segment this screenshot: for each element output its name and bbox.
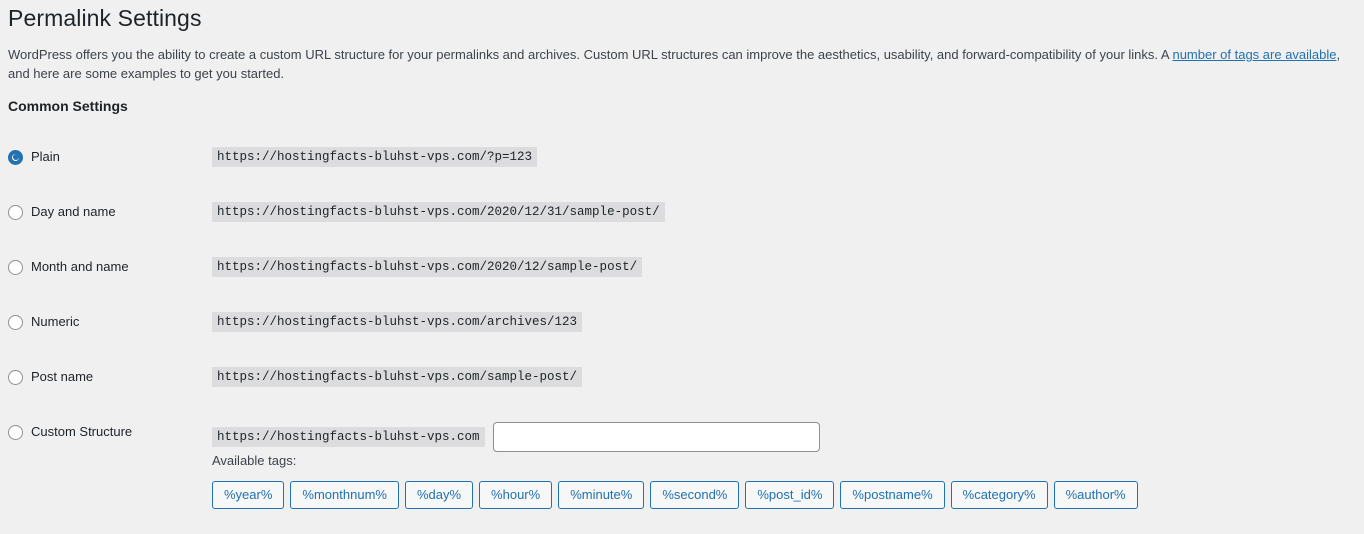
radio-label-plain: Plain xyxy=(31,149,60,164)
custom-structure-base-url: https://hostingfacts-bluhst-vps.com xyxy=(212,427,485,447)
radio-indicator-post-name[interactable] xyxy=(8,369,23,385)
permalink-settings-page: Permalink Settings WordPress offers you … xyxy=(0,0,1364,534)
table-row: Month and name https://hostingfacts-bluh… xyxy=(0,248,1364,303)
example-url-plain-cell: https://hostingfacts-bluhst-vps.com/?p=1… xyxy=(212,147,538,167)
page-title: Permalink Settings xyxy=(8,5,202,31)
tag-button-year[interactable]: %year% xyxy=(212,481,285,509)
example-url-post-name-cell: https://hostingfacts-bluhst-vps.com/samp… xyxy=(212,367,583,387)
tag-button-second[interactable]: %second% xyxy=(650,481,740,509)
example-url-numeric-cell: https://hostingfacts-bluhst-vps.com/arch… xyxy=(212,312,583,332)
radio-option-plain[interactable]: Plain xyxy=(8,149,60,165)
available-tags-list: %year% %monthnum% %day% %hour% %minute% … xyxy=(212,481,1138,509)
radio-indicator-plain[interactable] xyxy=(8,149,23,165)
tag-button-post-id[interactable]: %post_id% xyxy=(745,481,835,509)
radio-indicator-month-and-name[interactable] xyxy=(8,259,23,275)
custom-structure-cell: https://hostingfacts-bluhst-vps.com xyxy=(212,422,820,452)
available-tags-block: Available tags: %year% %monthnum% %day% … xyxy=(212,452,1138,509)
intro-paragraph: WordPress offers you the ability to crea… xyxy=(8,46,1356,83)
common-settings-heading: Common Settings xyxy=(8,98,128,114)
tag-button-minute[interactable]: %minute% xyxy=(558,481,645,509)
permalink-options-table: Plain https://hostingfacts-bluhst-vps.co… xyxy=(0,138,1364,468)
example-url-month-and-name: https://hostingfacts-bluhst-vps.com/2020… xyxy=(212,257,643,277)
tag-button-hour[interactable]: %hour% xyxy=(479,481,553,509)
example-url-month-and-name-cell: https://hostingfacts-bluhst-vps.com/2020… xyxy=(212,257,643,277)
radio-indicator-day-and-name[interactable] xyxy=(8,204,23,220)
radio-option-day-and-name[interactable]: Day and name xyxy=(8,204,116,220)
radio-label-custom-structure: Custom Structure xyxy=(31,424,133,439)
tag-button-monthnum[interactable]: %monthnum% xyxy=(290,481,399,509)
tag-button-day[interactable]: %day% xyxy=(404,481,474,509)
table-row: Post name https://hostingfacts-bluhst-vp… xyxy=(0,358,1364,413)
table-row: Numeric https://hostingfacts-bluhst-vps.… xyxy=(0,303,1364,358)
radio-option-numeric[interactable]: Numeric xyxy=(8,314,79,330)
available-tags-link[interactable]: number of tags are available xyxy=(1172,47,1336,62)
example-url-post-name: https://hostingfacts-bluhst-vps.com/samp… xyxy=(212,367,583,387)
radio-option-post-name[interactable]: Post name xyxy=(8,369,93,385)
example-url-numeric: https://hostingfacts-bluhst-vps.com/arch… xyxy=(212,312,583,332)
radio-option-custom-structure[interactable]: Custom Structure xyxy=(8,424,132,440)
radio-label-day-and-name: Day and name xyxy=(31,204,116,219)
tag-button-postname[interactable]: %postname% xyxy=(840,481,945,509)
radio-label-month-and-name: Month and name xyxy=(31,259,129,274)
radio-option-month-and-name[interactable]: Month and name xyxy=(8,259,129,275)
table-row: Plain https://hostingfacts-bluhst-vps.co… xyxy=(0,138,1364,193)
tag-button-author[interactable]: %author% xyxy=(1053,481,1138,509)
example-url-day-and-name: https://hostingfacts-bluhst-vps.com/2020… xyxy=(212,202,665,222)
table-row: Day and name https://hostingfacts-bluhst… xyxy=(0,193,1364,248)
custom-structure-input[interactable] xyxy=(492,422,820,452)
example-url-plain: https://hostingfacts-bluhst-vps.com/?p=1… xyxy=(212,147,538,167)
tag-button-category[interactable]: %category% xyxy=(950,481,1048,509)
radio-indicator-custom-structure[interactable] xyxy=(8,424,23,440)
radio-label-numeric: Numeric xyxy=(31,314,80,329)
example-url-day-and-name-cell: https://hostingfacts-bluhst-vps.com/2020… xyxy=(212,202,665,222)
radio-indicator-numeric[interactable] xyxy=(8,314,23,330)
intro-text-before-link: WordPress offers you the ability to crea… xyxy=(8,47,1173,62)
radio-label-post-name: Post name xyxy=(31,369,94,384)
available-tags-label: Available tags: xyxy=(212,453,297,468)
